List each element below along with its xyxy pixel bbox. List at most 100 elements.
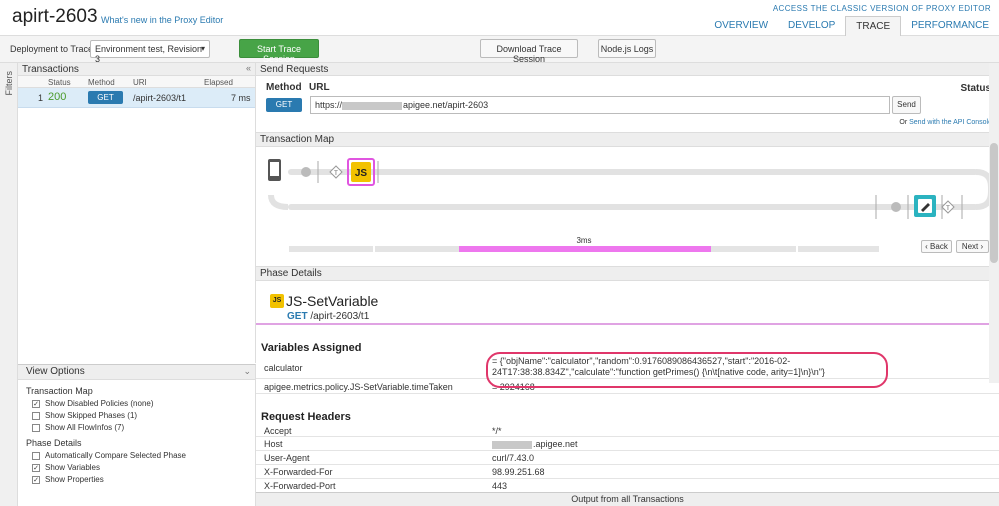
option-show-disabled-policies[interactable]: ✓ Show Disabled Policies (none) (18, 396, 255, 408)
option-label: Automatically Compare Selected Phase (45, 451, 186, 460)
option-show-skipped-phases[interactable]: Show Skipped Phases (1) (18, 408, 255, 420)
send-requests-title: Send Requests (256, 63, 999, 76)
next-button[interactable]: Next › (956, 240, 989, 253)
transaction-row[interactable]: 1 200 GET /apirt-2603/t1 7 ms (18, 88, 255, 108)
main-scrollbar[interactable] (989, 63, 999, 383)
policy-path: /apirt-2603/t1 (310, 311, 370, 322)
flow-node[interactable] (301, 167, 311, 177)
tab-develop[interactable]: DEVELOP (778, 16, 845, 36)
back-button[interactable]: ‹ Back (921, 240, 952, 253)
checkbox-checked-icon[interactable]: ✓ (32, 475, 40, 484)
option-show-variables[interactable]: ✓ Show Variables (18, 460, 255, 472)
view-options-header[interactable]: View Options ⌄ (18, 365, 255, 380)
api-console-hint: Or Send with the API Console (899, 119, 992, 126)
column-status[interactable]: Status (48, 78, 71, 87)
column-uri[interactable]: URI (133, 78, 147, 87)
variables-assigned-title: Variables Assigned (261, 342, 362, 354)
variable-key: apigee.metrics.policy.JS-SetVariable.tim… (264, 382, 453, 392)
option-show-all-flowinfos[interactable]: Show All FlowInfos (7) (18, 420, 255, 432)
option-show-properties[interactable]: ✓ Show Properties (18, 472, 255, 484)
transactions-title: Transactions (22, 64, 79, 75)
checkbox-unchecked-icon[interactable] (32, 411, 40, 420)
condition-diamond-icon[interactable]: T (329, 165, 343, 179)
caret-down-icon: ▾ (200, 44, 205, 53)
trace-toolbar: Deployment to Trace Environment test, Re… (0, 36, 999, 64)
output-bar[interactable]: Output from all Transactions (256, 492, 999, 506)
deployment-select[interactable]: Environment test, Revision 3 ▾ (90, 40, 210, 64)
timeline-duration-label: 3ms (576, 236, 591, 245)
scrollbar-thumb[interactable] (990, 143, 998, 263)
url-suffix: apigee.net/apirt-2603 (403, 100, 489, 110)
phase-details-options-label: Phase Details (26, 438, 82, 448)
header-key: Accept (264, 426, 292, 436)
transaction-map-title: Transaction Map (256, 133, 999, 147)
js-policy-label: JS (355, 168, 368, 179)
flow-node[interactable] (891, 202, 901, 212)
condition-diamond-icon[interactable]: T (941, 200, 955, 214)
response-flow-track (288, 204, 978, 210)
header-value: 443 (492, 481, 508, 491)
js-policy-node[interactable]: JS (347, 158, 375, 186)
filters-rail[interactable]: Filters (0, 63, 18, 506)
header-value-host: .apigee.net (492, 439, 578, 449)
checkbox-checked-icon[interactable]: ✓ (32, 463, 40, 472)
view-options-panel: View Options ⌄ Transaction Map ✓ Show Di… (18, 364, 256, 506)
checkbox-unchecked-icon[interactable] (32, 423, 40, 432)
classic-version-link[interactable]: ACCESS THE CLASSIC VERSION OF PROXY EDIT… (773, 4, 991, 13)
method-select[interactable]: GET (266, 98, 302, 112)
tab-trace[interactable]: TRACE (845, 16, 902, 36)
timeline-tick (373, 246, 375, 252)
tab-overview[interactable]: OVERVIEW (704, 16, 778, 36)
collapse-down-icon[interactable]: ⌄ (243, 366, 251, 377)
method-badge: GET (88, 91, 123, 104)
policy-method: GET (287, 311, 308, 322)
header-value: 98.99.251.68 (492, 467, 545, 477)
policy-request-line: GET /apirt-2603/t1 (287, 311, 369, 322)
phase-details-title: Phase Details (256, 267, 999, 281)
collapse-left-icon[interactable]: « (246, 63, 251, 73)
timeline-bar[interactable] (459, 246, 711, 252)
request-headers-title: Request Headers (261, 411, 351, 423)
chevron-left-icon: ‹ (925, 242, 928, 251)
header-row: User-Agent curl/7.43.0 (256, 452, 999, 465)
host-suffix: .apigee.net (533, 439, 578, 449)
send-button[interactable]: Send (892, 96, 921, 114)
header-key: Host (264, 439, 283, 449)
checkbox-checked-icon[interactable]: ✓ (32, 399, 40, 408)
checkbox-unchecked-icon[interactable] (32, 451, 40, 460)
flow-curve (268, 194, 289, 210)
whats-new-link[interactable]: What's new in the Proxy Editor (101, 15, 223, 25)
callout-annotation (486, 352, 888, 388)
method-label: Method (266, 82, 302, 93)
option-label: Show Skipped Phases (1) (45, 411, 138, 420)
policy-summary: JS JS-SetVariable GET /apirt-2603/t1 (256, 281, 999, 325)
column-method[interactable]: Method (88, 78, 115, 87)
nodejs-logs-button[interactable]: Node.js Logs (598, 39, 656, 58)
tab-performance[interactable]: PERFORMANCE (901, 16, 999, 36)
edit-policy-icon[interactable] (914, 195, 936, 217)
or-text: Or (899, 119, 908, 126)
start-trace-button[interactable]: Start Trace Session (239, 39, 319, 64)
option-auto-compare[interactable]: Automatically Compare Selected Phase (18, 448, 255, 460)
header-row: X-Forwarded-For 98.99.251.68 (256, 466, 999, 479)
condition-t-label: T (946, 206, 950, 212)
send-requests-panel: Send Requests Method URL Status GET http… (256, 63, 999, 133)
option-label: Show Properties (45, 475, 104, 484)
filters-label: Filters (4, 71, 14, 96)
api-console-link[interactable]: Send with the API Console (909, 119, 992, 126)
client-device-icon[interactable] (268, 159, 281, 181)
url-prefix: https:// (315, 100, 343, 110)
header-row: Host .apigee.net (256, 438, 999, 451)
header-row: Accept */* (256, 425, 999, 437)
condition-t-label: T (334, 171, 338, 177)
option-label: Show All FlowInfos (7) (45, 423, 125, 432)
transactions-header: Transactions « (18, 63, 255, 76)
download-trace-button[interactable]: Download Trace Session (480, 39, 578, 64)
header-value: */* (492, 426, 502, 436)
url-input[interactable]: https:// apigee.net/apirt-2603 (310, 96, 890, 114)
header-value: curl/7.43.0 (492, 453, 535, 463)
header-row: X-Forwarded-Port 443 (256, 480, 999, 492)
option-label: Show Disabled Policies (none) (45, 399, 154, 408)
column-elapsed[interactable]: Elapsed (204, 78, 233, 87)
next-label: Next (961, 242, 979, 251)
